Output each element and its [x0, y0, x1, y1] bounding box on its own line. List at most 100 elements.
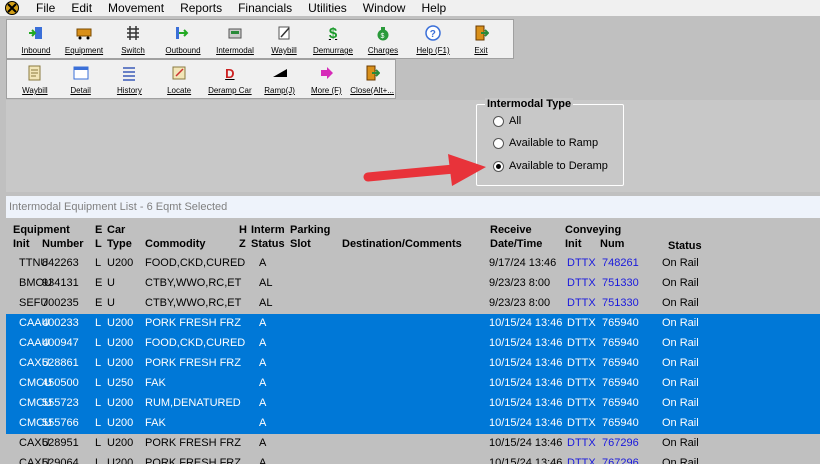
- inbound-button[interactable]: Inbound: [13, 20, 59, 58]
- cell-type: U200: [107, 397, 134, 409]
- exit-button[interactable]: Exit: [459, 20, 503, 58]
- cell-conv-init: DTTX: [567, 457, 596, 464]
- deramp-car-button[interactable]: D Deramp Car: [204, 60, 256, 98]
- header-status2: Status: [668, 240, 702, 252]
- menu-file[interactable]: File: [28, 0, 63, 16]
- cell-receive: 10/15/24 13:46: [489, 337, 563, 349]
- railcar-icon: [74, 24, 94, 42]
- header-h: H: [239, 224, 247, 236]
- dollar-icon: $: [328, 24, 338, 42]
- menu-window[interactable]: Window: [355, 0, 414, 16]
- cell-status: On Rail: [662, 397, 699, 409]
- header-parking: Parking: [290, 224, 331, 236]
- cell-conv-num: 765940: [602, 337, 639, 349]
- cell-status: On Rail: [662, 337, 699, 349]
- detail-button[interactable]: Detail: [57, 60, 105, 98]
- charges-button[interactable]: $ Charges: [359, 20, 407, 58]
- cell-receive: 10/15/24 13:46: [489, 317, 563, 329]
- history-button[interactable]: History: [105, 60, 155, 98]
- cell-conv-num: 765940: [602, 397, 639, 409]
- waybill-view-button[interactable]: Waybill: [13, 60, 57, 98]
- cell-number: 842263: [42, 257, 79, 269]
- cell-type: U250: [107, 377, 134, 389]
- header-slot: Slot: [290, 238, 311, 250]
- cell-type: U200: [107, 437, 134, 449]
- cell-commodity: CTBY,WWO,RC,ET: [145, 297, 242, 309]
- cell-commodity: FAK: [145, 377, 166, 389]
- close-button[interactable]: Close(Alt+...: [349, 60, 395, 98]
- table-row[interactable]: CMCU 555766 L U200 FAK A 10/15/24 13:46 DTTX 765…: [6, 414, 820, 434]
- cell-type: U200: [107, 257, 134, 269]
- table-row[interactable]: CMCU 555723 L U200 RUM,DENATURED A 10/15/24 13…: [6, 394, 820, 414]
- cell-number: 934131: [42, 277, 79, 289]
- cell-conv-init: DTTX: [567, 277, 596, 289]
- cell-commodity: RUM,DENATURED: [145, 397, 241, 409]
- equipment-button[interactable]: Equipment: [59, 20, 109, 58]
- header-status: Status: [251, 238, 285, 250]
- radio-all[interactable]: All: [493, 115, 521, 127]
- demurrage-button[interactable]: $ Demurrage: [307, 20, 359, 58]
- window-icon: [71, 64, 91, 82]
- locate-button[interactable]: Locate: [154, 60, 204, 98]
- app-logo-icon[interactable]: [4, 0, 20, 16]
- table-row[interactable]: TTNU 842263 L U200 FOOD,CKD,CURED A 9/17/24 13…: [6, 254, 820, 274]
- table-row[interactable]: CMCU 450500 L U250 FAK A 10/15/24 13:46 DTTX 765…: [6, 374, 820, 394]
- table-row[interactable]: BMOU 934131 E U CTBY,WWO,RC,ET AL 9/23/23 8:00…: [6, 274, 820, 294]
- header-init: Init: [13, 238, 30, 250]
- menu-reports[interactable]: Reports: [172, 0, 230, 16]
- outbound-button[interactable]: Outbound: [157, 20, 209, 58]
- main-toolbar: Inbound Equipment Switch Outbound Interm…: [6, 19, 514, 59]
- cell-conv-init: DTTX: [567, 397, 596, 409]
- cell-el: L: [95, 337, 102, 349]
- switch-button[interactable]: Switch: [109, 20, 157, 58]
- cell-conv-init: DTTX: [567, 437, 596, 449]
- inbound-icon: [26, 24, 46, 42]
- ramp-button[interactable]: Ramp(J): [256, 60, 304, 98]
- cell-type: U200: [107, 317, 134, 329]
- cell-interm: A: [259, 257, 267, 269]
- radio-deramp-button[interactable]: [493, 160, 504, 172]
- cell-receive: 10/15/24 13:46: [489, 397, 563, 409]
- cell-commodity: PORK FRESH FRZ: [145, 437, 241, 449]
- money-bag-icon: $: [373, 24, 393, 42]
- radio-available-to-ramp[interactable]: Available to Ramp: [493, 137, 598, 149]
- header-number: Number: [42, 238, 84, 250]
- svg-text:$: $: [381, 33, 385, 40]
- cell-status: On Rail: [662, 257, 699, 269]
- menu-movement[interactable]: Movement: [100, 0, 172, 16]
- cell-el: L: [95, 397, 102, 409]
- table-row[interactable]: CAXU 529064 L U200 PORK FRESH FRZ A 10/15/24 1…: [6, 454, 820, 464]
- cell-commodity: CTBY,WWO,RC,ET: [145, 277, 242, 289]
- table-row[interactable]: CAXU 528861 L U200 PORK FRESH FRZ A 10/15/24 1…: [6, 354, 820, 374]
- more-button[interactable]: More (F): [303, 60, 349, 98]
- menu-financials[interactable]: Financials: [230, 0, 300, 16]
- list-toolbar: Waybill Detail History Locate D Deramp C…: [6, 59, 396, 99]
- cell-receive: 10/15/24 13:46: [489, 377, 563, 389]
- cell-receive: 9/23/23 8:00: [489, 297, 551, 309]
- waybill-button[interactable]: Waybill: [261, 20, 307, 58]
- cell-interm: A: [259, 397, 267, 409]
- table-row[interactable]: SEFU 700235 E U CTBY,WWO,RC,ET AL 9/23/23 8:00…: [6, 294, 820, 314]
- cell-conv-num: 748261: [602, 257, 639, 269]
- cell-interm: A: [259, 417, 267, 429]
- table-row[interactable]: CAAU 400233 L U200 PORK FRESH FRZ A 10/15/24 1…: [6, 314, 820, 334]
- cell-type: U: [107, 277, 115, 289]
- cell-receive: 10/15/24 13:46: [489, 417, 563, 429]
- cell-el: L: [95, 417, 102, 429]
- menu-help[interactable]: Help: [413, 0, 454, 16]
- radio-ramp-button[interactable]: [493, 137, 504, 149]
- menu-utilities[interactable]: Utilities: [300, 0, 355, 16]
- document-icon: [25, 64, 45, 82]
- table-row[interactable]: CAAU 400947 L U200 FOOD,CKD,CURED A 10/15/24 1…: [6, 334, 820, 354]
- menu-edit[interactable]: Edit: [63, 0, 100, 16]
- cell-conv-num: 751330: [602, 297, 639, 309]
- radio-available-to-deramp[interactable]: Available to Deramp: [493, 160, 608, 172]
- cell-number: 400233: [42, 317, 79, 329]
- table-row[interactable]: CAXU 528951 L U200 PORK FRESH FRZ A 10/15/24 1…: [6, 434, 820, 454]
- cell-interm: A: [259, 337, 267, 349]
- radio-all-button[interactable]: [493, 115, 504, 127]
- help-button[interactable]: ? Help (F1): [407, 20, 459, 58]
- intermodal-button[interactable]: Intermodal: [209, 20, 261, 58]
- cell-status: On Rail: [662, 277, 699, 289]
- cell-interm: A: [259, 437, 267, 449]
